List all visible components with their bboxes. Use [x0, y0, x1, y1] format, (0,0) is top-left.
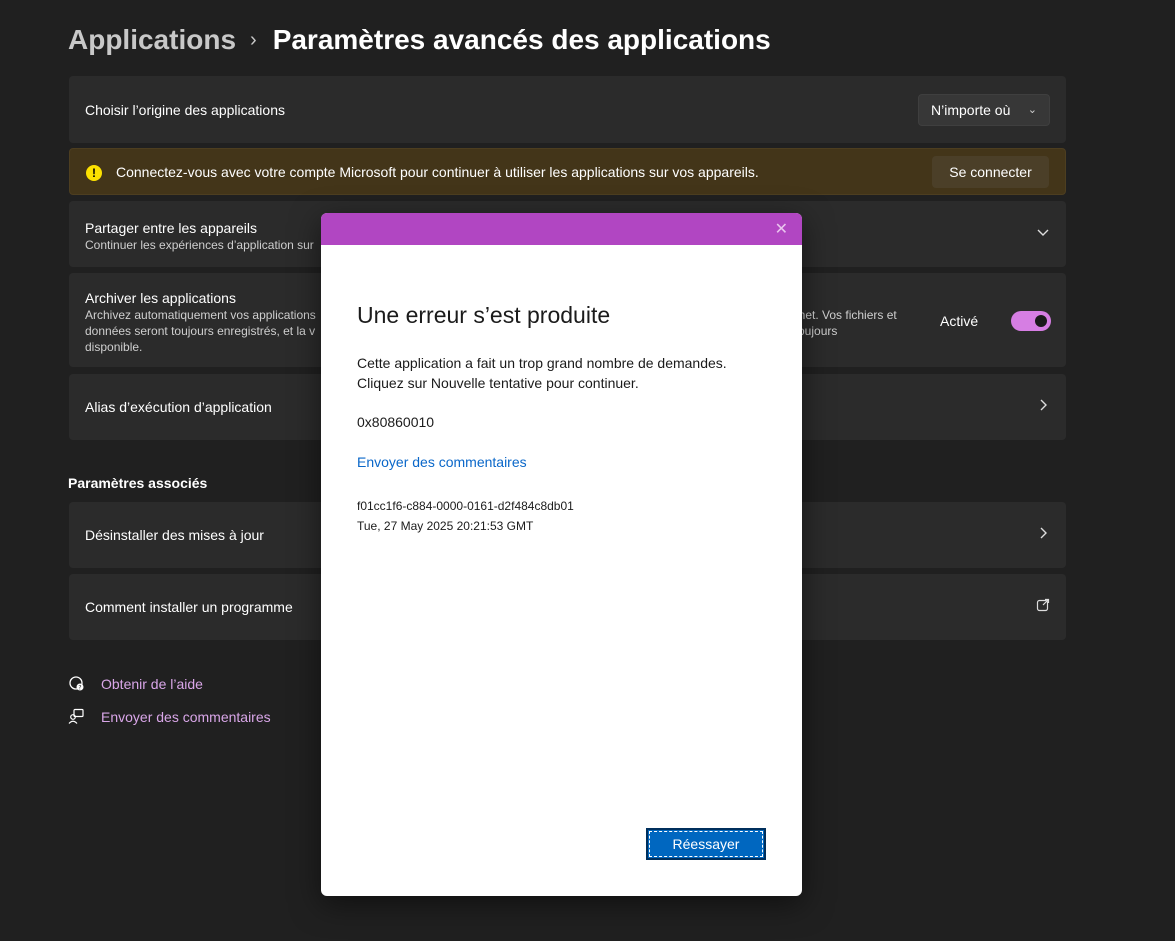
- share-title: Partager entre les appareils: [85, 220, 257, 236]
- archive-desc-right-1: ernet. Vos fichiers et: [788, 308, 897, 322]
- svg-text:?: ?: [78, 685, 81, 692]
- breadcrumb-applications[interactable]: Applications: [68, 24, 236, 56]
- card-app-origin: Choisir l’origine des applications N’imp…: [69, 76, 1066, 143]
- breadcrumb: Applications › Paramètres avancés des ap…: [68, 20, 771, 60]
- error-code: 0x80860010: [357, 414, 435, 430]
- archive-title: Archiver les applications: [85, 290, 236, 306]
- uninstall-title: Désinstaller des mises à jour: [85, 527, 264, 543]
- dialog-diagnostics: f01cc1f6-c884-0000-0161-d2f484c8db01 Tue…: [357, 496, 574, 536]
- warning-icon: !: [86, 165, 102, 181]
- feedback-link[interactable]: Envoyer des commentaires: [101, 709, 271, 725]
- install-title: Comment installer un programme: [85, 599, 293, 615]
- chevron-right-icon: [1036, 526, 1050, 545]
- archive-toggle-label: Activé: [940, 313, 979, 329]
- dialog-titlebar: ✕: [321, 213, 802, 245]
- close-icon[interactable]: ✕: [775, 219, 788, 239]
- chevron-down-icon[interactable]: [1036, 225, 1050, 244]
- dialog-message-line-1: Cette application a fait un trop grand n…: [357, 355, 727, 371]
- dialog-message-line-2: Cliquez sur Nouvelle tentative pour cont…: [357, 375, 639, 391]
- breadcrumb-chevron-icon: ›: [250, 28, 257, 51]
- correlation-id: f01cc1f6-c884-0000-0161-d2f484c8db01: [357, 499, 574, 513]
- page-title: Paramètres avancés des applications: [272, 24, 771, 55]
- external-link-icon: [1036, 598, 1050, 617]
- sign-in-button[interactable]: Se connecter: [932, 156, 1049, 188]
- feedback-icon: [68, 708, 85, 725]
- dialog-feedback-link[interactable]: Envoyer des commentaires: [357, 454, 527, 470]
- help-link[interactable]: Obtenir de l’aide: [101, 676, 203, 692]
- banner-text: Connectez-vous avec votre compte Microso…: [116, 164, 759, 180]
- app-origin-label: Choisir l’origine des applications: [85, 102, 285, 118]
- alias-title: Alias d’exécution d’application: [85, 399, 272, 415]
- app-origin-dropdown[interactable]: N’importe où ⌄: [918, 94, 1050, 126]
- archive-desc-3: disponible.: [85, 340, 143, 354]
- share-subtitle: Continuer les expériences d’application …: [85, 238, 314, 252]
- error-dialog: ✕ Une erreur s’est produite Cette applic…: [321, 213, 802, 896]
- toggle-knob: [1035, 315, 1047, 327]
- app-origin-value: N’importe où: [931, 102, 1011, 118]
- related-settings-heading: Paramètres associés: [68, 475, 208, 491]
- archive-desc-1: Archivez automatiquement vos application…: [85, 308, 316, 322]
- archive-desc-2: données seront toujours enregistrés, et …: [85, 324, 316, 338]
- feedback-link-row[interactable]: Envoyer des commentaires: [68, 708, 271, 725]
- chevron-down-icon: ⌄: [1027, 104, 1037, 116]
- archive-toggle[interactable]: [1011, 311, 1051, 331]
- retry-button[interactable]: Réessayer: [646, 828, 766, 860]
- help-link-row[interactable]: ? Obtenir de l’aide: [68, 675, 203, 692]
- dialog-title: Une erreur s’est produite: [357, 302, 611, 328]
- signin-banner: ! Connectez-vous avec votre compte Micro…: [69, 148, 1066, 195]
- chevron-right-icon: [1036, 398, 1050, 417]
- dialog-message: Cette application a fait un trop grand n…: [357, 353, 777, 393]
- error-timestamp: Tue, 27 May 2025 20:21:53 GMT: [357, 519, 534, 533]
- help-icon: ?: [68, 675, 85, 692]
